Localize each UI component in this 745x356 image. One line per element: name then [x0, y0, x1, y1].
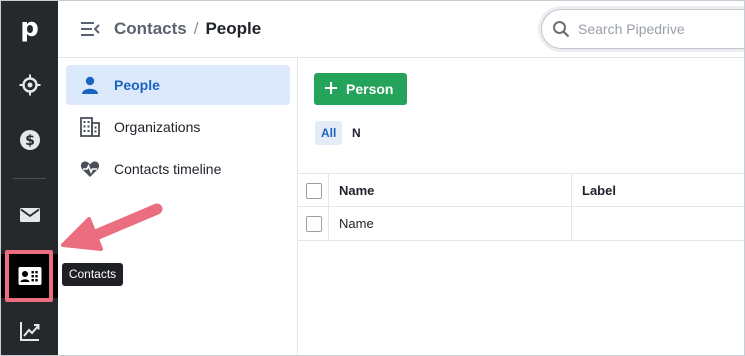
rail-divider: [13, 178, 46, 179]
add-person-label: Person: [346, 81, 394, 97]
collapse-menu-icon[interactable]: [80, 19, 100, 39]
search-box[interactable]: [541, 9, 744, 49]
subnav-label-contacts-timeline: Contacts timeline: [114, 161, 222, 177]
main-content: Person All N Name Label Name: [298, 58, 744, 355]
pipedrive-logo[interactable]: p: [1, 6, 58, 50]
filter-tab-n[interactable]: N: [346, 121, 367, 145]
row-checkbox[interactable]: [306, 216, 322, 232]
filter-tab-all[interactable]: All: [315, 121, 343, 145]
app-window: p $ Contacts / People Search Pipedrive P…: [0, 0, 745, 356]
rail-item-insights[interactable]: [1, 309, 58, 353]
plus-icon: [325, 82, 337, 94]
rail-item-leads[interactable]: [1, 63, 58, 107]
building-icon: [80, 117, 100, 137]
subnav-item-contacts-timeline[interactable]: Contacts timeline: [66, 149, 290, 189]
breadcrumb-separator: /: [193, 19, 199, 38]
heartbeat-icon: [80, 161, 100, 177]
logo-letter: p: [20, 13, 39, 43]
svg-text:$: $: [25, 133, 35, 149]
table-cell-label[interactable]: [572, 207, 744, 240]
contacts-tooltip: Contacts: [62, 263, 123, 286]
column-header-label[interactable]: Label: [572, 174, 744, 207]
breadcrumb-parent[interactable]: Contacts: [114, 19, 187, 38]
page-title: People: [205, 19, 262, 38]
column-header-name[interactable]: Name: [329, 174, 572, 207]
rail-item-deals[interactable]: $: [1, 118, 58, 162]
annotation-arrow-icon: [61, 203, 163, 251]
select-all-checkbox[interactable]: [306, 183, 322, 199]
subnav-label-people: People: [114, 77, 160, 93]
table-header-row: Name Label: [298, 173, 744, 207]
dollar-icon: $: [19, 130, 40, 150]
rail-item-mail[interactable]: [1, 193, 58, 237]
breadcrumb: Contacts / People: [114, 18, 261, 40]
annotation-highlight-box: [5, 250, 53, 302]
search-input[interactable]: [578, 19, 744, 39]
row-checkbox-cell: [298, 207, 329, 240]
mail-icon: [19, 208, 40, 222]
header-checkbox-cell: [298, 174, 329, 207]
search-icon: [553, 21, 570, 38]
person-icon: [82, 76, 98, 94]
chart-trend-icon: [19, 322, 39, 341]
subnav-label-organizations: Organizations: [114, 119, 201, 135]
subnav-item-people[interactable]: People: [66, 65, 290, 105]
table-cell-name[interactable]: Name: [329, 207, 572, 240]
target-icon: [19, 74, 40, 96]
top-header: Contacts / People: [58, 1, 744, 58]
table-row[interactable]: Name: [298, 207, 744, 241]
subnav-item-organizations[interactable]: Organizations: [66, 107, 290, 147]
add-person-button[interactable]: Person: [314, 73, 407, 105]
main-rail: p $: [1, 1, 58, 355]
